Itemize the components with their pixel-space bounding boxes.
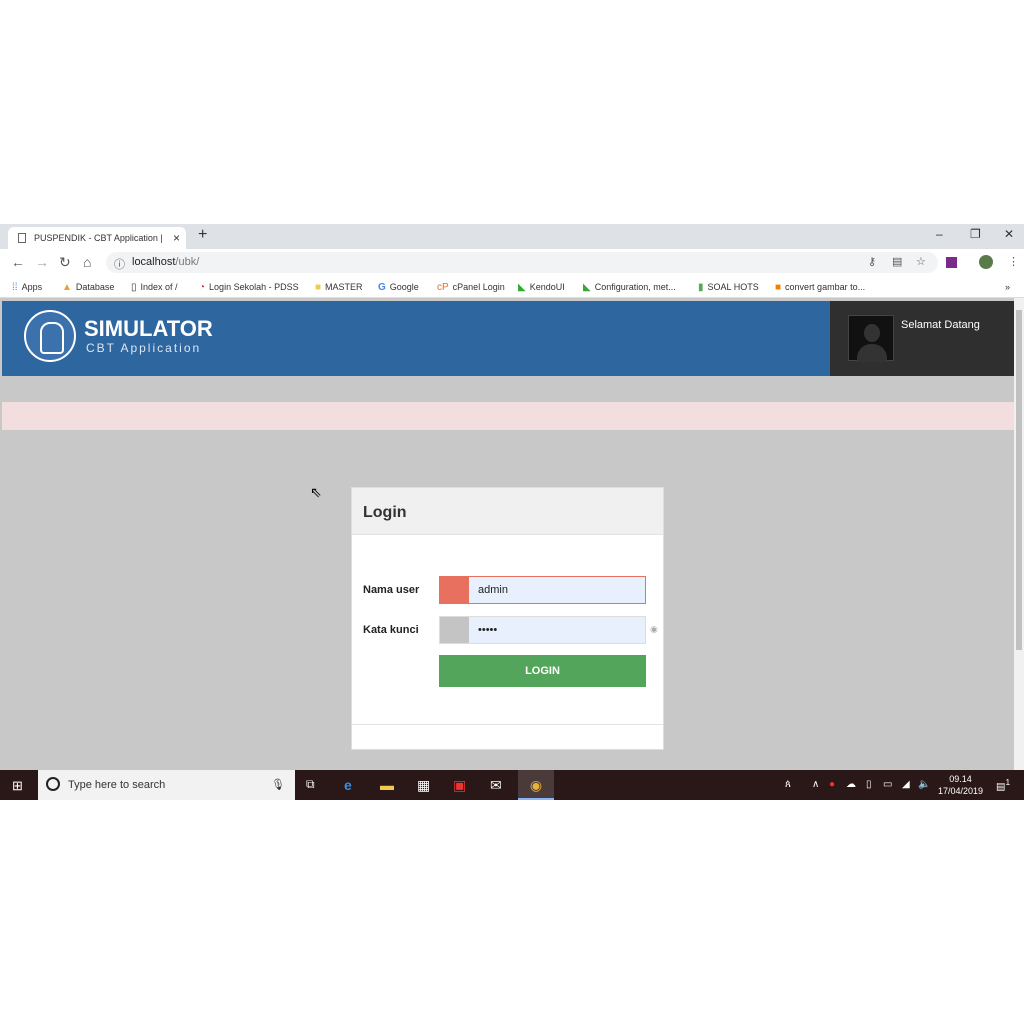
app-title: SIMULATOR <box>84 316 213 341</box>
address-bar[interactable]: ⓘ localhost/ubk/ ⚷ ▤ ☆ <box>106 252 938 273</box>
show-password-eye-icon[interactable]: ◉ <box>650 624 658 635</box>
bookmark-database[interactable]: ▲ Database <box>62 282 114 293</box>
bookmark-master[interactable]: ■ MASTER <box>315 282 363 293</box>
bookmarks-bar: ⁞⁞ Apps ▲ Database ▯ Index of / ◔ Login Seko… <box>0 276 1024 298</box>
database-icon: ▲ <box>62 282 72 293</box>
screen: PUSPENDIK - CBT Application | × + – ❐ ✕ … <box>0 224 1024 800</box>
welcome-text: Selamat Datang <box>901 319 980 331</box>
show-hidden-icons[interactable]: ∧ <box>812 779 819 790</box>
tut-wuri-handayani-logo <box>24 310 76 362</box>
home-icon[interactable]: ⌂ <box>83 254 91 270</box>
restore-button[interactable]: ❐ <box>970 227 981 241</box>
translate-icon[interactable]: ▤ <box>892 255 902 268</box>
page-icon: ▯ <box>131 282 137 293</box>
bookmark-pdss[interactable]: ◔ Login Sekolah - PDSS <box>199 282 299 293</box>
back-icon[interactable]: ← <box>11 254 25 270</box>
bookmark-kendoui[interactable]: ◣ KendoUI <box>518 282 565 293</box>
menu-icon[interactable]: ⋮ <box>1008 255 1019 268</box>
windows-start-icon[interactable]: ⊞ <box>12 778 23 794</box>
edge-icon[interactable]: e <box>344 777 352 793</box>
wifi-icon[interactable]: ◢ <box>902 779 910 790</box>
kendo-icon: ◣ <box>583 282 591 293</box>
apps-grid-icon: ⁞⁞ <box>12 282 18 293</box>
mail-icon[interactable]: ✉ <box>490 777 502 794</box>
cpanel-icon: cP <box>437 282 449 293</box>
extension-icon[interactable] <box>946 257 957 268</box>
user-panel: Selamat Datang <box>830 301 1014 376</box>
info-icon: ⓘ <box>114 259 125 271</box>
scrollbar-thumb[interactable] <box>1016 310 1022 650</box>
panel-footer-divider <box>352 724 663 725</box>
new-tab-button[interactable]: + <box>198 226 207 244</box>
close-window-button[interactable]: ✕ <box>1004 227 1014 241</box>
key-icon[interactable]: ⚷ <box>868 255 876 268</box>
blogger-icon: ■ <box>775 282 782 293</box>
reload-icon[interactable]: ↻ <box>59 254 71 271</box>
bookmark-soal-hots[interactable]: ▮ SOAL HOTS <box>698 282 759 293</box>
file-explorer-icon[interactable]: ▬ <box>380 777 394 793</box>
kendo-icon: ◣ <box>518 282 526 293</box>
people-icon[interactable]: ጰ <box>785 779 791 790</box>
browser-toolbar: ← → ↻ ⌂ ⓘ localhost/ubk/ ⚷ ▤ ☆ ⋮ <box>0 249 1024 276</box>
gift-icon[interactable]: ▣ <box>453 777 466 794</box>
close-tab-icon[interactable]: × <box>173 231 180 245</box>
star-icon[interactable]: ☆ <box>916 255 926 268</box>
pdss-icon: ◔ <box>199 282 206 293</box>
microphone-icon[interactable]: 🎙 <box>271 778 285 791</box>
forward-icon[interactable]: → <box>35 254 49 270</box>
minimize-button[interactable]: – <box>936 227 943 241</box>
app-subtitle: CBT Application <box>86 341 202 355</box>
mouse-cursor-icon: ⇖ <box>310 484 322 500</box>
tab-bar: PUSPENDIK - CBT Application | × + – ❐ ✕ <box>0 224 1024 249</box>
browser-tab[interactable]: PUSPENDIK - CBT Application | × <box>8 227 186 249</box>
bookmark-convert[interactable]: ■ convert gambar to... <box>775 282 865 293</box>
clock[interactable]: 09.14 17/04/2019 <box>938 773 983 797</box>
page-content: SIMULATOR CBT Application Selamat Datang… <box>0 298 1014 770</box>
taskbar-search[interactable]: Type here to search 🎙 <box>38 770 295 800</box>
more-bookmarks-icon[interactable]: » <box>1005 282 1010 292</box>
onedrive-icon[interactable]: ☁ <box>846 779 856 790</box>
password-field[interactable]: ••••• <box>439 616 646 644</box>
url-path: /ubk/ <box>175 256 200 268</box>
bookmark-apps[interactable]: ⁞⁞ Apps <box>12 282 42 293</box>
alert-bar <box>2 402 1014 430</box>
bookmark-google[interactable]: G Google <box>378 282 419 293</box>
avatar <box>848 315 894 362</box>
username-field[interactable]: admin <box>439 576 646 604</box>
chrome-icon[interactable]: ◉ <box>518 770 554 800</box>
usb-icon[interactable]: ▯ <box>866 779 872 790</box>
app-header: SIMULATOR CBT Application Selamat Datang <box>2 301 1014 376</box>
record-icon[interactable]: ● <box>829 779 835 790</box>
url-host: localhost <box>132 256 176 268</box>
profile-avatar[interactable] <box>979 255 993 269</box>
password-label: Kata kunci <box>363 624 419 636</box>
scrollbar[interactable] <box>1014 298 1024 770</box>
windows-taskbar: ⊞ Type here to search 🎙 ⧉ e ▬ ▦ ▣ ✉ ◉ ጰ … <box>0 770 1024 800</box>
username-label: Nama user <box>363 584 420 596</box>
login-heading: Login <box>352 488 663 535</box>
volume-icon[interactable]: 🔈 <box>918 779 930 790</box>
page-icon <box>18 233 26 243</box>
folder-icon: ■ <box>315 282 322 293</box>
login-button[interactable]: LOGIN <box>439 655 646 687</box>
task-view-icon[interactable]: ⧉ <box>306 777 315 792</box>
notification-center-icon[interactable]: ▤1 <box>996 777 1010 792</box>
store-icon[interactable]: ▦ <box>417 777 430 794</box>
bookmark-index[interactable]: ▯ Index of / <box>131 282 178 293</box>
cortana-icon <box>46 777 60 791</box>
lock-icon <box>440 617 469 643</box>
bookmark-cpanel[interactable]: cP cPanel Login <box>437 282 505 293</box>
user-icon <box>440 577 469 603</box>
login-panel: Login Nama user admin Kata kunci ••••• ◉… <box>351 487 664 750</box>
book-icon: ▮ <box>698 282 704 293</box>
bookmark-configuration[interactable]: ◣ Configuration, met... <box>583 282 676 293</box>
google-icon: G <box>378 282 386 293</box>
tab-title: PUSPENDIK - CBT Application | <box>34 233 163 243</box>
battery-icon[interactable]: ▭ <box>883 779 892 790</box>
